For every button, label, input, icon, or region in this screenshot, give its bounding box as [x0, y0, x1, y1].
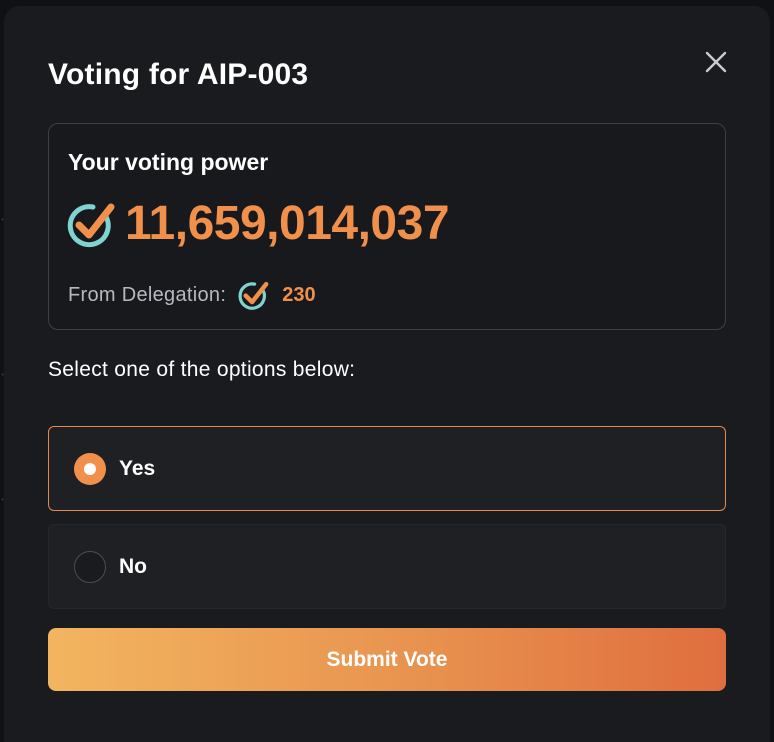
voting-power-value: 11,659,014,037 [125, 197, 450, 250]
checkmark-badge-icon [67, 203, 115, 247]
options-instruction: Select one of the options below: [48, 358, 356, 381]
voting-power-row: 11,659,014,037 [67, 196, 450, 251]
close-button[interactable] [698, 44, 734, 80]
radio-selected-dot [84, 462, 96, 475]
radio-yes[interactable] [74, 452, 106, 485]
modal-title: Voting for AIP-003 [48, 58, 309, 91]
voting-power-card: Your voting power 11,659,014,037 From De… [48, 123, 726, 330]
checkmark-badge-icon [238, 281, 269, 310]
delegation-row: From Delegation: 230 [68, 279, 316, 311]
vote-modal: Voting for AIP-003 Your voting power 11,… [4, 6, 770, 742]
submit-vote-button[interactable]: Submit Vote [48, 628, 726, 691]
close-icon [705, 51, 727, 73]
voting-power-label: Your voting power [68, 149, 269, 175]
delegation-value: 230 [282, 283, 316, 306]
option-no-label: No [119, 554, 147, 578]
radio-no[interactable] [74, 550, 106, 583]
delegation-label: From Delegation: [68, 283, 227, 306]
option-no[interactable]: No [48, 524, 726, 609]
option-yes[interactable]: Yes [48, 426, 726, 511]
option-yes-label: Yes [119, 456, 156, 480]
